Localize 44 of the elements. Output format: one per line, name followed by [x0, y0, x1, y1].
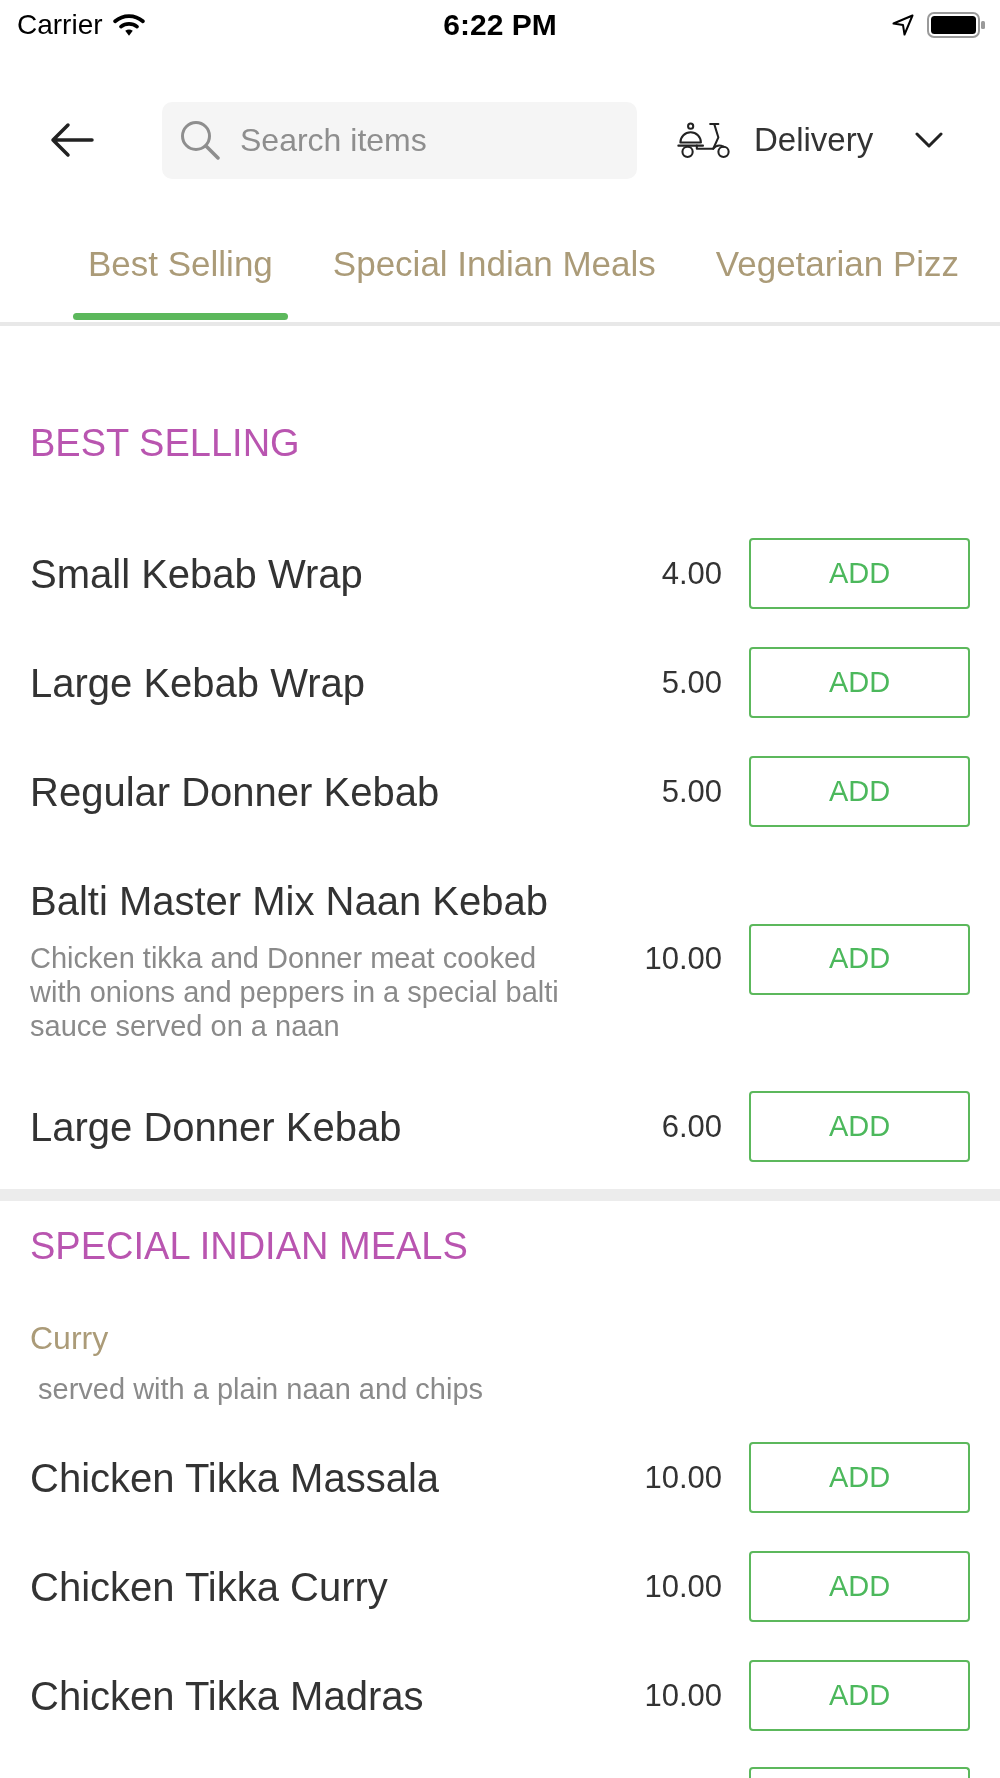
item-name: Chicken Tikka Massala [30, 1454, 440, 1502]
add-button[interactable]: ADD [749, 1660, 970, 1731]
subcategory-note: served with a plain naan and chips [37, 1372, 483, 1406]
section-heading: BEST SELLING [30, 423, 300, 463]
item-name: Large Kebab Wrap [30, 659, 366, 707]
carrier-label: Carrier [17, 9, 103, 41]
clock-time: 6:22 PM [443, 8, 557, 42]
item-name: Chicken Tikka Madras [30, 1672, 424, 1720]
search-icon [180, 119, 220, 160]
item-name: Small Kebab Wrap [30, 550, 363, 598]
chevron-down-icon [915, 131, 944, 149]
add-button[interactable]: ADD [749, 647, 970, 718]
search-field[interactable]: Search items [162, 101, 637, 179]
location-arrow-icon [892, 14, 914, 36]
item-price: 10.00 [644, 1568, 722, 1605]
item-price: 6.00 [661, 1108, 722, 1145]
item-price: 5.00 [661, 664, 722, 701]
category-tab[interactable]: Vegetarian Pizz [700, 215, 974, 322]
category-tab[interactable]: Special Indian Meals [317, 215, 671, 322]
add-button[interactable]: ADD [749, 1091, 970, 1162]
category-tab[interactable]: Best Selling [73, 215, 288, 322]
item-description: Chicken tikka and Donner meat cooked with onions and peppers in a special balti sauce served on a naan [30, 941, 560, 1043]
item-price: 10.00 [644, 1677, 722, 1714]
add-button[interactable]: ADD [749, 756, 970, 827]
battery-icon [927, 12, 985, 38]
add-button[interactable]: ADD [749, 538, 970, 609]
add-button[interactable]: ADD [749, 1551, 970, 1622]
section-heading: SPECIAL INDIAN MEALS [30, 1226, 468, 1266]
item-name: Regular Donner Kebab [30, 768, 440, 816]
item-price: 10.00 [644, 1459, 722, 1496]
item-price: 10.00 [644, 941, 722, 977]
subcategory-title: Curry [30, 1321, 109, 1355]
scooter-icon [677, 121, 731, 159]
order-type-dropdown[interactable]: Delivery [677, 120, 944, 160]
back-button[interactable] [50, 122, 94, 158]
item-price: 4.00 [661, 555, 722, 592]
back-arrow-icon [50, 122, 94, 158]
item-price: 5.00 [661, 773, 722, 810]
item-name: Large Donner Kebab [30, 1103, 402, 1151]
item-name: Balti Master Mix Naan Kebab [30, 877, 548, 925]
add-button[interactable]: ADD [749, 923, 970, 995]
wifi-icon [112, 13, 145, 37]
add-button[interactable]: ADD [749, 1442, 970, 1513]
item-name: Chicken Tikka Curry [30, 1563, 388, 1611]
